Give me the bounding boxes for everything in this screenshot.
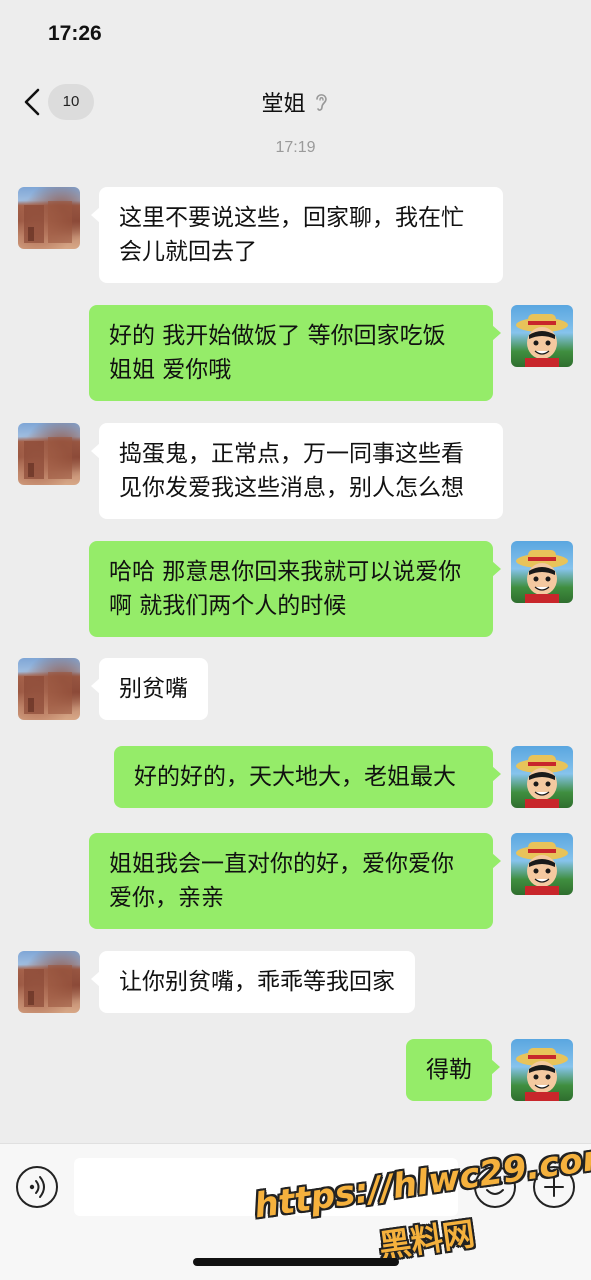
ear-icon bbox=[315, 94, 327, 111]
rock-landscape-icon bbox=[24, 437, 72, 479]
incoming-message-bubble[interactable]: 捣蛋鬼，正常点，万一同事这些看见你发爱我这些消息，别人怎么想 bbox=[91, 423, 503, 519]
incoming-message-bubble[interactable]: 让你别贫嘴，乖乖等我回家 bbox=[91, 951, 415, 1013]
smiley-face-icon bbox=[486, 1181, 504, 1195]
outgoing-message-bubble[interactable]: 姐姐我会一直对你的好，爱你爱你爱你，亲亲 bbox=[89, 833, 501, 929]
my-avatar[interactable] bbox=[511, 746, 573, 808]
home-indicator bbox=[193, 1258, 399, 1266]
message-input[interactable] bbox=[74, 1158, 458, 1216]
contact-avatar[interactable] bbox=[18, 187, 80, 249]
rock-landscape-icon bbox=[24, 672, 72, 714]
emoji-button[interactable] bbox=[474, 1166, 516, 1208]
straw-hat-character-icon bbox=[516, 314, 568, 367]
incoming-message-bubble[interactable]: 这里不要说这些，回家聊，我在忙会儿就回去了 bbox=[91, 187, 503, 283]
my-avatar[interactable] bbox=[511, 541, 573, 603]
voice-input-button[interactable] bbox=[16, 1166, 58, 1208]
status-time: 17:26 bbox=[48, 22, 102, 45]
incoming-message-bubble[interactable]: 别贫嘴 bbox=[91, 658, 208, 720]
chat-title-text: 堂姐 bbox=[261, 92, 306, 117]
my-avatar[interactable] bbox=[511, 305, 573, 367]
outgoing-message-bubble[interactable]: 好的好的，天大地大，老姐最大 bbox=[114, 746, 501, 808]
status-bar: 17:26 bbox=[0, 0, 591, 72]
straw-hat-character-icon bbox=[516, 842, 568, 895]
straw-hat-character-icon bbox=[516, 755, 568, 808]
my-avatar[interactable] bbox=[511, 833, 573, 895]
contact-avatar[interactable] bbox=[18, 658, 80, 720]
rock-landscape-icon bbox=[24, 201, 72, 243]
straw-hat-character-icon bbox=[516, 550, 568, 603]
chat-title: 堂姐 bbox=[0, 86, 591, 118]
outgoing-message-bubble[interactable]: 哈哈 那意思你回来我就可以说爱你啊 就我们两个人的时候 bbox=[89, 541, 501, 637]
outgoing-message-bubble[interactable]: 得勒 bbox=[406, 1039, 500, 1101]
rock-landscape-icon bbox=[24, 965, 72, 1007]
straw-hat-character-icon bbox=[516, 1048, 568, 1101]
outgoing-message-bubble[interactable]: 好的 我开始做饭了 等你回家吃饭 姐姐 爱你哦 bbox=[89, 305, 501, 401]
more-button[interactable] bbox=[533, 1166, 575, 1208]
plus-icon bbox=[544, 1177, 564, 1197]
nav-bar: 10 堂姐 bbox=[0, 72, 591, 132]
my-avatar[interactable] bbox=[511, 1039, 573, 1101]
contact-avatar[interactable] bbox=[18, 951, 80, 1013]
contact-avatar[interactable] bbox=[18, 423, 80, 485]
voice-wave-icon bbox=[29, 1176, 45, 1198]
message-timestamp: 17:19 bbox=[275, 139, 316, 156]
